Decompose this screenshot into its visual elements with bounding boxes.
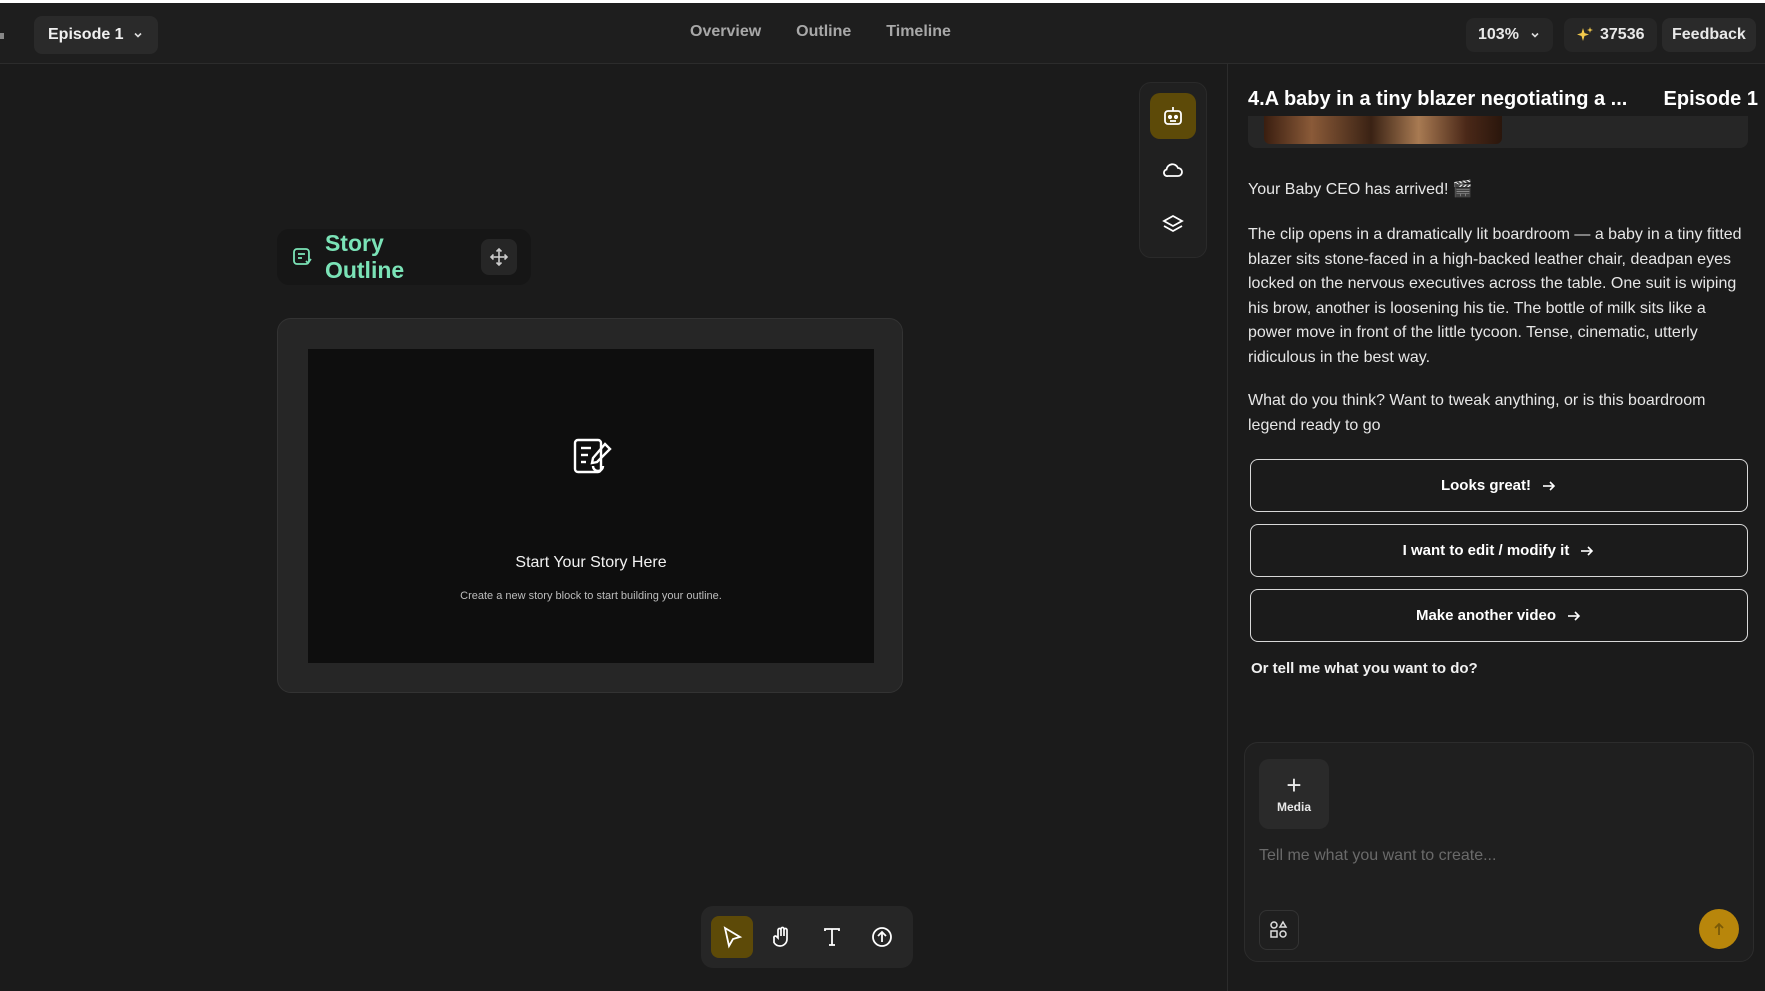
episode-selector[interactable]: Episode 1 [34, 16, 158, 54]
project-title: 4.A baby in a tiny blazer negotiating a … [1248, 88, 1628, 110]
or-prompt-text: Or tell me what you want to do? [1251, 660, 1478, 677]
send-button[interactable] [1699, 909, 1739, 949]
upload-tool[interactable] [861, 916, 903, 958]
arrow-up-icon [1714, 922, 1724, 935]
assistant-message-intro: Your Baby CEO has arrived! 🎬 [1248, 181, 1473, 198]
cursor-icon [723, 926, 743, 949]
chevron-down-icon [1531, 32, 1539, 38]
zoom-level: 103% [1478, 26, 1519, 43]
prompt-input[interactable] [1259, 847, 1729, 865]
story-empty-state[interactable]: Start Your Story Here Create a new story… [308, 349, 874, 663]
cloud-button[interactable] [1150, 147, 1196, 193]
choice-label: Looks great! [1440, 477, 1531, 494]
choice-label: Make another video [1415, 607, 1557, 624]
main-nav: Overview Outline Timeline [690, 23, 951, 41]
zoom-selector[interactable]: 103% [1466, 18, 1553, 52]
assistant-message-description: The clip opens in a dramatically lit boa… [1248, 226, 1742, 366]
text-tool[interactable] [811, 916, 853, 958]
video-thumbnail[interactable] [1264, 116, 1502, 144]
tab-overview[interactable]: Overview [690, 23, 761, 41]
canvas-toolbar [701, 906, 913, 968]
arrow-right-icon [1581, 545, 1594, 556]
empty-state-title: Start Your Story Here [515, 554, 667, 571]
looks-great-button[interactable]: Looks great! [1250, 459, 1748, 512]
robot-icon [1164, 107, 1182, 125]
arrow-right-icon [1568, 610, 1581, 621]
media-label: Media [1276, 800, 1311, 814]
episode-name: Episode 1 [1663, 88, 1758, 110]
empty-state-subtitle: Create a new story block to start buildi… [460, 590, 722, 602]
assistant-panel: 4.A baby in a tiny blazer negotiating a … [1227, 64, 1765, 991]
feedback-button[interactable]: Feedback [1662, 18, 1756, 52]
edit-document-icon [573, 438, 612, 474]
credits-badge[interactable]: 37536 [1564, 18, 1657, 52]
move-handle[interactable] [481, 239, 517, 275]
video-preview-card[interactable] [1248, 116, 1748, 148]
cloud-icon [1163, 163, 1183, 177]
shapes-icon [1270, 920, 1288, 938]
credits-count: 37536 [1600, 26, 1645, 43]
add-media-button[interactable]: + Media [1259, 759, 1329, 829]
panel-header: 4.A baby in a tiny blazer negotiating a … [1248, 88, 1758, 111]
plus-icon: + [1286, 770, 1302, 800]
sparkle-icon [1577, 27, 1593, 41]
back-icon[interactable] [0, 33, 4, 39]
upload-icon [872, 927, 892, 947]
episode-label: Episode 1 [48, 26, 124, 43]
tab-outline[interactable]: Outline [796, 23, 851, 41]
top-bar: Episode 1 Overview Outline Timeline 103%… [0, 0, 1765, 64]
story-outline-card: Start Your Story Here Create a new story… [277, 318, 903, 693]
make-another-video-button[interactable]: Make another video [1250, 589, 1748, 642]
choice-label: I want to edit / modify it [1402, 542, 1570, 559]
select-tool[interactable] [711, 916, 753, 958]
chat-input-box: + Media [1244, 742, 1754, 962]
story-outline-header[interactable]: Story Outline [277, 229, 531, 285]
layers-icon [1162, 214, 1184, 233]
hand-icon [773, 926, 788, 947]
tab-timeline[interactable]: Timeline [886, 23, 951, 41]
tool-rail [1139, 82, 1207, 258]
outline-icon [293, 248, 312, 265]
layers-button[interactable] [1150, 201, 1196, 247]
chevron-down-icon [134, 32, 142, 38]
assistant-message-question: What do you think? Want to tweak anythin… [1248, 392, 1706, 434]
hand-tool[interactable] [761, 916, 803, 958]
templates-button[interactable] [1259, 910, 1299, 950]
edit-modify-button[interactable]: I want to edit / modify it [1250, 524, 1748, 577]
text-icon [824, 928, 840, 946]
arrow-right-icon [1543, 480, 1556, 491]
story-outline-title: Story Outline [324, 230, 405, 283]
assistant-button[interactable] [1150, 93, 1196, 139]
move-icon [489, 247, 509, 267]
